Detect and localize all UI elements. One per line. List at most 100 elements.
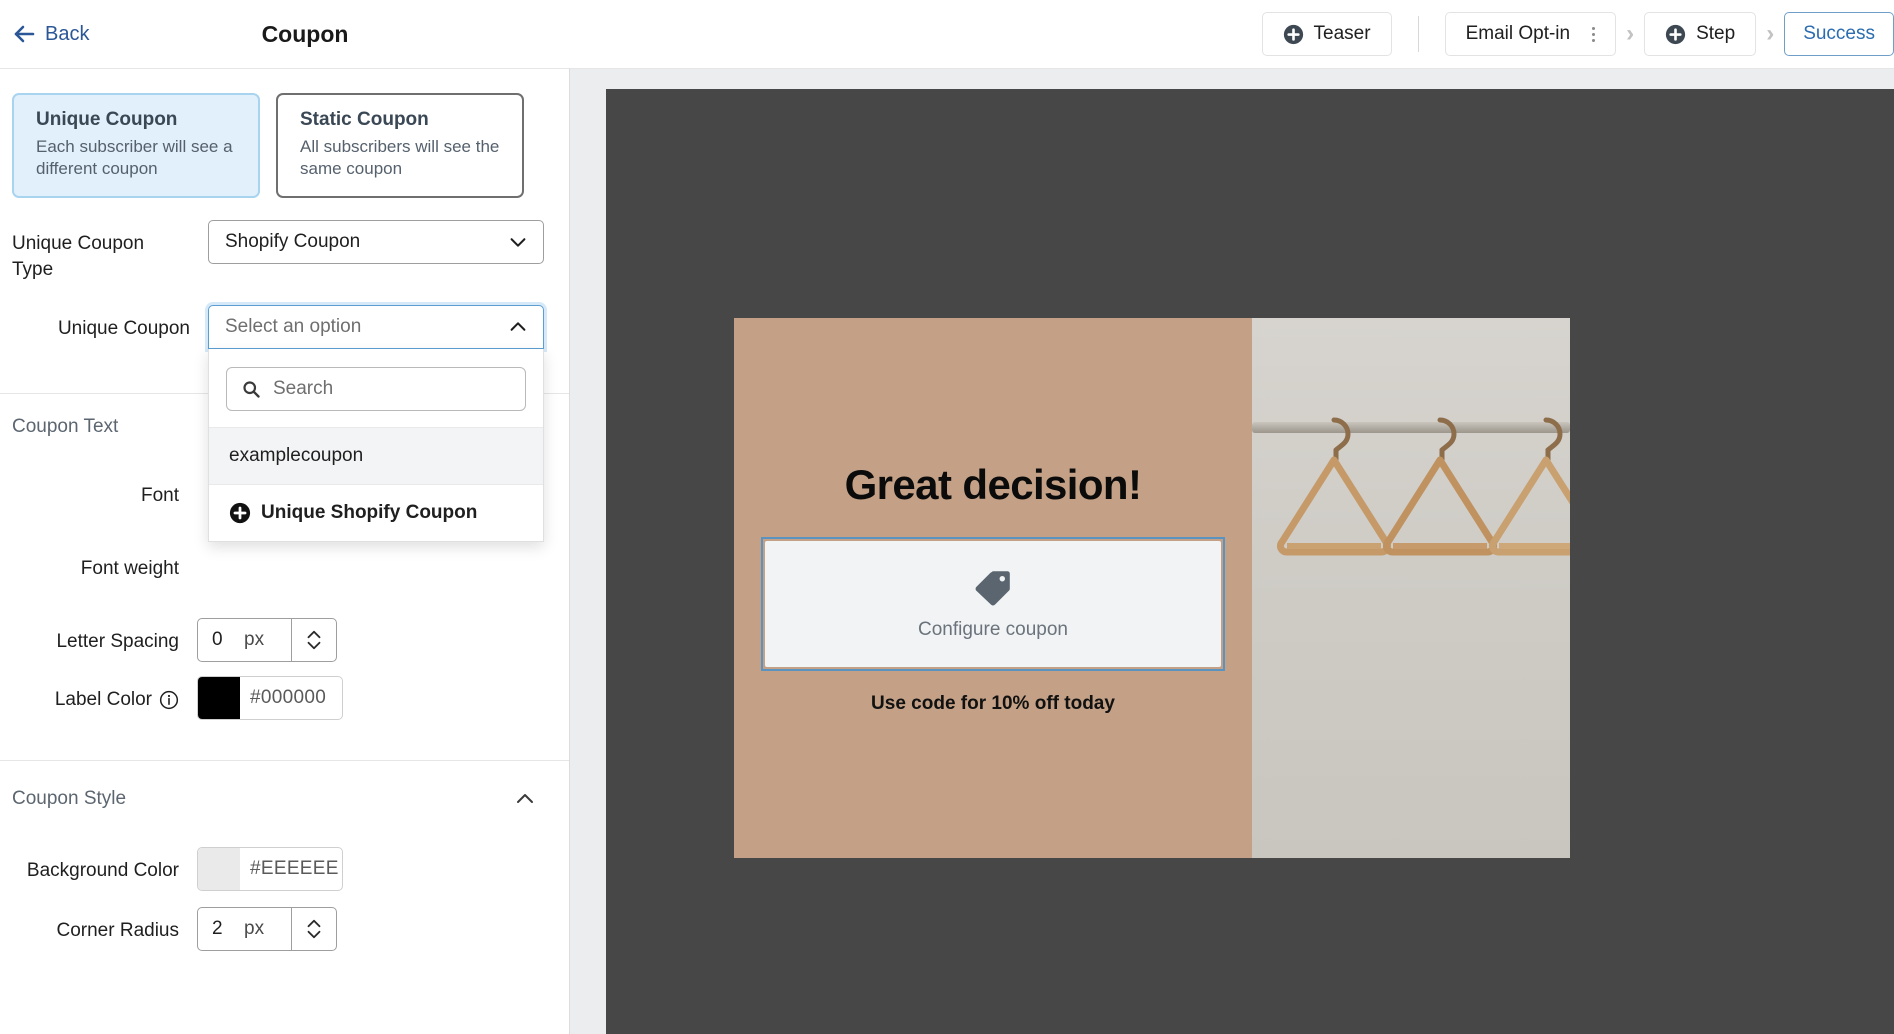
- hanger-icon: [1274, 414, 1394, 714]
- email-optin-tab[interactable]: Email Opt-in: [1444, 12, 1617, 56]
- letter-spacing-label: Letter Spacing: [56, 631, 179, 653]
- chevron-up-icon: [507, 316, 529, 338]
- background-color-control: #EEEEEE: [197, 847, 557, 892]
- label-color-swatch[interactable]: [198, 677, 240, 720]
- app-root: Back Coupon Teaser Email Opt-in › Step ›…: [0, 0, 1894, 1034]
- letter-spacing-control: 0 px: [197, 618, 557, 663]
- label-color-label-wrap: Label Color: [12, 676, 197, 713]
- background-color-input[interactable]: #EEEEEE: [197, 847, 343, 892]
- label-color-input[interactable]: #000000: [197, 676, 343, 721]
- tag-icon: [972, 567, 1014, 609]
- unique-coupon-type-value: Shopify Coupon: [225, 230, 361, 252]
- letter-spacing-stepper[interactable]: [291, 619, 336, 662]
- unique-coupon-select[interactable]: Select an option: [208, 304, 544, 349]
- chevron-down-icon: [507, 231, 529, 253]
- background-color-value: #EEEEEE: [250, 858, 339, 880]
- info-icon[interactable]: [159, 690, 179, 710]
- letter-spacing-row: Letter Spacing 0 px: [12, 618, 557, 663]
- corner-radius-unit: px: [244, 918, 265, 940]
- coupon-text-section-title: Coupon Text: [12, 415, 119, 437]
- success-label: Success: [1803, 23, 1875, 44]
- unique-coupon-dropdown: examplecoupon Unique Shopify Coupon: [208, 348, 544, 542]
- teaser-button[interactable]: Teaser: [1261, 12, 1392, 56]
- coupon-style-section-header[interactable]: Coupon Style: [0, 761, 569, 811]
- add-step-label: Step: [1696, 23, 1736, 44]
- unique-coupon-type-select[interactable]: Shopify Coupon: [208, 219, 544, 264]
- chevron-up-icon[interactable]: [513, 787, 537, 811]
- dropdown-action-create-unique-shopify-coupon[interactable]: Unique Shopify Coupon: [209, 483, 543, 541]
- body: Unique Coupon Each subscriber will see a…: [0, 68, 1894, 1034]
- label-color-value: #000000: [250, 687, 327, 709]
- corner-radius-row: Corner Radius 2 px: [12, 907, 557, 952]
- popup-headline: Great decision!: [844, 461, 1142, 508]
- background-color-row: Background Color #EEEEEE: [12, 847, 557, 892]
- popup-preview: Great decision! Configure coupon Use cod…: [734, 318, 1570, 858]
- add-step-button[interactable]: Step: [1644, 12, 1757, 56]
- nav-chevron-2: ›: [1766, 20, 1775, 47]
- settings-panel: Unique Coupon Each subscriber will see a…: [0, 68, 570, 1034]
- plus-circle-icon: [1283, 24, 1304, 45]
- coupon-type-card-static[interactable]: Static Coupon All subscribers will see t…: [276, 93, 524, 198]
- unique-coupon-type-control: Shopify Coupon: [208, 219, 557, 264]
- arrow-left-icon: [12, 22, 36, 46]
- letter-spacing-value: 0: [212, 629, 223, 651]
- coupon-block[interactable]: Configure coupon: [765, 541, 1221, 667]
- corner-radius-value: 2: [212, 918, 223, 940]
- email-optin-label: Email Opt-in: [1465, 23, 1571, 44]
- more-options-icon[interactable]: [1592, 26, 1596, 42]
- letter-spacing-unit: px: [244, 629, 265, 651]
- unique-coupon-label: Unique Coupon: [57, 317, 190, 339]
- label-color-control: #000000: [197, 676, 557, 721]
- back-button[interactable]: Back: [12, 22, 89, 46]
- teaser-label: Teaser: [1313, 23, 1371, 44]
- preview-panel: Great decision! Configure coupon Use cod…: [570, 68, 1894, 1034]
- coupon-type-subtitle: Each subscriber will see a different cou…: [36, 137, 233, 178]
- dropdown-action-label: Unique Shopify Coupon: [261, 501, 478, 523]
- label-color-row: Label Color #000000: [12, 676, 557, 721]
- unique-coupon-type-label: Unique Coupon Type: [12, 232, 145, 280]
- coupon-type-title: Static Coupon: [300, 109, 429, 130]
- success-tab[interactable]: Success: [1784, 12, 1894, 56]
- font-label: Font: [140, 484, 179, 506]
- top-bar-left: Back Coupon: [0, 0, 570, 68]
- dropdown-search-input[interactable]: [273, 377, 518, 400]
- dropdown-option-examplecoupon[interactable]: examplecoupon: [209, 426, 543, 484]
- step-nav: Teaser Email Opt-in › Step › Success: [570, 0, 1894, 68]
- coupon-type-card-unique[interactable]: Unique Coupon Each subscriber will see a…: [12, 93, 260, 198]
- corner-radius-label: Corner Radius: [56, 920, 180, 942]
- dropdown-search-wrap: [209, 349, 543, 427]
- coupon-type-title: Unique Coupon: [36, 109, 178, 130]
- coupon-style-form: Background Color #EEEEEE Corner Radius 2…: [0, 847, 569, 952]
- font-weight-row: Font weight: [12, 545, 557, 582]
- coupon-type-cards: Unique Coupon Each subscriber will see a…: [0, 69, 569, 198]
- letter-spacing-input[interactable]: 0 px: [197, 618, 337, 663]
- font-weight-label: Font weight: [80, 558, 179, 580]
- coupon-source-form: Unique Coupon Type Shopify Coupon Unique…: [0, 219, 569, 542]
- coupon-type-subtitle: All subscribers will see the same coupon: [300, 137, 500, 178]
- nav-chevron-1: ›: [1626, 20, 1635, 47]
- back-button-label: Back: [45, 22, 90, 45]
- unique-coupon-type-row: Unique Coupon Type Shopify Coupon: [12, 219, 557, 283]
- hanger-icon: [1380, 414, 1500, 714]
- nav-divider: [1417, 16, 1419, 52]
- unique-coupon-placeholder: Select an option: [225, 315, 362, 337]
- label-color-label: Label Color: [54, 689, 152, 711]
- unique-coupon-row: Unique Coupon Select an option Search ex…: [12, 304, 557, 542]
- coupon-style-section-title: Coupon Style: [12, 788, 127, 810]
- unique-coupon-control: Select an option Search examplecoupon Un…: [208, 304, 557, 542]
- corner-radius-control: 2 px: [197, 907, 557, 952]
- configure-coupon-label: Configure coupon: [918, 619, 1068, 640]
- background-color-swatch[interactable]: [198, 848, 240, 891]
- coupon-block-selection[interactable]: Configure coupon: [761, 537, 1225, 671]
- top-bar: Back Coupon Teaser Email Opt-in › Step ›…: [0, 0, 1894, 68]
- corner-radius-stepper[interactable]: [291, 908, 336, 951]
- corner-radius-input[interactable]: 2 px: [197, 907, 337, 952]
- preview-canvas: Great decision! Configure coupon Use cod…: [606, 89, 1894, 1034]
- background-color-label: Background Color: [26, 860, 179, 882]
- plus-circle-icon: [1665, 24, 1686, 45]
- popup-image: [1252, 318, 1570, 858]
- use-code-text: Use code for 10% off today: [871, 693, 1115, 714]
- popup-content: Great decision! Configure coupon Use cod…: [734, 318, 1252, 858]
- dropdown-search-box[interactable]: [226, 366, 526, 411]
- hanger-icon: [1486, 414, 1570, 714]
